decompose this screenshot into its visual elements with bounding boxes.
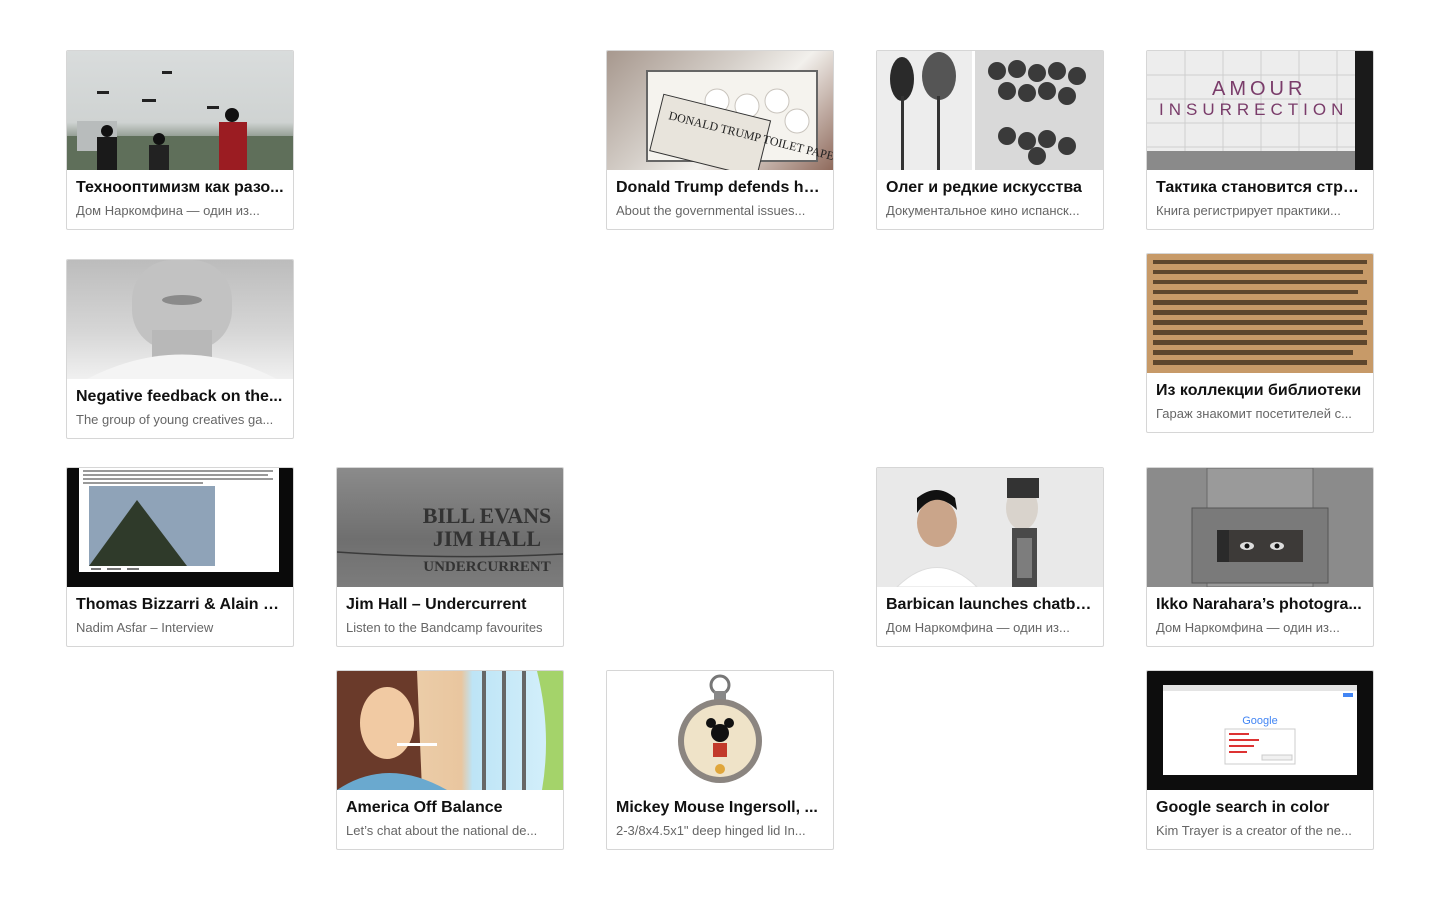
robot-human-thumbnail — [877, 468, 1103, 587]
google-screenshot-thumbnail: Google — [1147, 671, 1373, 790]
card-america-off-balance[interactable]: America Off Balance Let’s chat about the… — [336, 670, 564, 850]
card-description: Документальное кино испанск... — [886, 203, 1080, 218]
card-description: Гараж знакомит посетителей с... — [1156, 406, 1352, 421]
card-title: Mickey Mouse Ingersoll, ... — [616, 799, 818, 816]
card-description: Listen to the Bandcamp favourites — [346, 620, 543, 635]
old-newspaper-thumbnail — [1147, 254, 1373, 373]
album-text-bill-evans: BILL EVANS — [423, 503, 552, 528]
card-title: Jim Hall – Undercurrent — [346, 596, 527, 613]
album-cover-thumbnail: BILL EVANS JIM HALL UNDERCURRENT — [337, 468, 563, 587]
wall-text-amour: AMOUR — [1212, 78, 1306, 100]
pocket-watch-icon — [678, 674, 762, 783]
card-description: Дом Наркомфина — один из... — [1156, 620, 1340, 635]
card-negative-feedback[interactable]: Negative feedback on the... The group of… — [66, 259, 294, 439]
card-description: 2-3/8x4.5x1" deep hinged lid In... — [616, 823, 806, 838]
card-title: Олег и редкие искусства — [886, 179, 1082, 196]
card-title: Thomas Bizzarri & Alain R... — [76, 596, 284, 613]
drone-photo-icon — [67, 71, 293, 170]
card-description: Kim Trayer is a creator of the ne... — [1156, 823, 1352, 838]
card-description: The group of young creatives ga... — [76, 412, 274, 427]
card-title: Barbican launches chatbo... — [886, 596, 1094, 613]
card-ikko-narahara[interactable]: Ikko Narahara’s photogra... Дом Наркомфи… — [1146, 467, 1374, 647]
card-oleg[interactable]: Олег и редкие искусства Документальное к… — [876, 50, 1104, 230]
flowers-icon — [877, 51, 1103, 170]
browser-window-icon: Google — [1163, 685, 1357, 775]
album-text-undercurrent: UNDERCURRENT — [423, 559, 551, 575]
shopping-cart-icon: DONALD TRUMP TOILET PAPER — [646, 70, 833, 170]
face-icon — [87, 260, 277, 379]
card-mickey-mouse[interactable]: Mickey Mouse Ingersoll, ... 2-3/8x4.5x1"… — [606, 670, 834, 850]
album-text-jim-hall: JIM HALL — [433, 526, 541, 551]
card-title: Google search in color — [1156, 799, 1330, 816]
flowers-grapes-thumbnail — [877, 51, 1103, 170]
card-title: Тактика становится стра... — [1156, 179, 1364, 196]
tiled-wall-icon: AMOUR INSURRECTION — [1147, 51, 1373, 170]
card-title: Negative feedback on the... — [76, 388, 283, 405]
wall-text-insurrection: INSURRECTION — [1159, 100, 1348, 119]
card-barbican[interactable]: Barbican launches chatbo... Дом Наркомфи… — [876, 467, 1104, 647]
card-jim-hall[interactable]: BILL EVANS JIM HALL UNDERCURRENT Jim Hal… — [336, 467, 564, 647]
website-page-icon — [79, 468, 279, 572]
graffiti-wall-thumbnail: AMOUR INSURRECTION — [1147, 51, 1373, 170]
card-description: About the governmental issues... — [616, 203, 806, 218]
card-donald-trump[interactable]: DONALD TRUMP TOILET PAPER Donald Trump d… — [606, 50, 834, 230]
cartoon-smoker-thumbnail — [337, 671, 563, 790]
card-description: Let’s chat about the national de... — [346, 823, 538, 838]
card-description: Nadim Asfar – Interview — [76, 620, 214, 635]
card-description: Дом Наркомфина — один из... — [76, 203, 260, 218]
google-logo: Google — [1242, 715, 1277, 727]
drone-photo-thumbnail — [67, 51, 293, 170]
card-title: Технооптимизм как разо... — [76, 179, 284, 196]
portrait-thumbnail — [67, 260, 293, 379]
cartoon-person-icon — [337, 671, 563, 790]
card-title: Ikko Narahara’s photogra... — [1156, 596, 1362, 613]
newspaper-text-icon — [1153, 260, 1367, 365]
card-title: America Off Balance — [346, 799, 503, 816]
album-cover-icon: BILL EVANS JIM HALL UNDERCURRENT — [337, 503, 563, 575]
card-google-search[interactable]: Google Google search in color Kim Trayer… — [1146, 670, 1374, 850]
website-screenshot-thumbnail — [67, 468, 293, 587]
window-opening-icon — [1191, 468, 1329, 587]
card-library-collection[interactable]: Из коллекции библиотеки Гараж знакомит п… — [1146, 253, 1374, 433]
trump-cart-thumbnail: DONALD TRUMP TOILET PAPER — [607, 51, 833, 170]
pocket-watch-thumbnail — [607, 671, 833, 790]
card-description: Книга регистрирует практики... — [1156, 203, 1341, 218]
card-title: Из коллекции библиотеки — [1156, 382, 1362, 399]
robot-and-human-icon — [896, 478, 1039, 587]
card-tactics[interactable]: AMOUR INSURRECTION Тактика становится ст… — [1146, 50, 1374, 230]
card-description: Дом Наркомфина — один из... — [886, 620, 1070, 635]
eyes-window-thumbnail — [1147, 468, 1373, 587]
card-title: Donald Trump defends his... — [616, 179, 824, 196]
card-thomas-bizzarri[interactable]: Thomas Bizzarri & Alain R... Nadim Asfar… — [66, 467, 294, 647]
card-technooptimism[interactable]: Технооптимизм как разо... Дом Наркомфина… — [66, 50, 294, 230]
